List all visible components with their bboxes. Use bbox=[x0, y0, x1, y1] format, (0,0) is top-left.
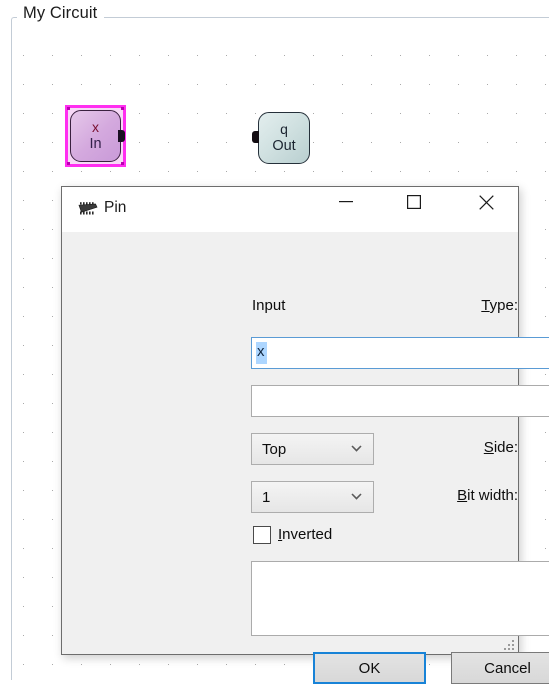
input-pin-kind: In bbox=[89, 135, 102, 152]
inverted-checkbox[interactable] bbox=[253, 526, 271, 544]
minimize-icon bbox=[339, 201, 353, 203]
input-pin-name: x bbox=[92, 119, 99, 136]
resize-grip[interactable] bbox=[502, 638, 515, 651]
description-input[interactable] bbox=[251, 561, 549, 636]
side-dropdown[interactable]: Top bbox=[251, 433, 374, 465]
output-pin-connector[interactable] bbox=[252, 131, 259, 143]
inverted-label[interactable]: Inverted bbox=[278, 526, 332, 543]
selection-handle bbox=[67, 107, 70, 110]
input-pin-component[interactable]: x In bbox=[70, 110, 121, 162]
pin-properties-form: Type: Input Name: x Notation: Side: Top bbox=[62, 232, 549, 684]
output-pin-name: q bbox=[280, 121, 288, 138]
dialog-title: Pin bbox=[104, 199, 127, 216]
chevron-down-icon bbox=[351, 493, 362, 500]
circuit-group-title: My Circuit bbox=[17, 4, 105, 23]
minimize-button[interactable] bbox=[323, 187, 369, 217]
dialog-titlebar[interactable]: Pin bbox=[62, 187, 518, 232]
type-value: Input bbox=[252, 297, 286, 314]
type-label: Type: bbox=[481, 297, 518, 314]
output-pin-kind: Out bbox=[272, 137, 296, 154]
ok-button[interactable]: OK bbox=[313, 652, 426, 684]
selection-handle bbox=[121, 107, 124, 110]
maximize-icon bbox=[407, 195, 421, 209]
side-value: Top bbox=[262, 440, 287, 458]
selection-handle bbox=[121, 162, 124, 165]
bit-width-value: 1 bbox=[262, 488, 271, 506]
cancel-button[interactable]: Cancel bbox=[451, 652, 549, 684]
name-input[interactable] bbox=[251, 337, 549, 369]
output-pin-component[interactable]: q Out bbox=[258, 112, 310, 164]
input-pin-connector[interactable] bbox=[118, 130, 125, 142]
ok-button-label: OK bbox=[358, 659, 381, 677]
selection-handle bbox=[67, 162, 70, 165]
cancel-button-label: Cancel bbox=[484, 659, 531, 677]
maximize-button[interactable] bbox=[391, 187, 437, 217]
close-button[interactable] bbox=[463, 187, 509, 217]
notation-input[interactable] bbox=[251, 385, 549, 417]
pin-properties-dialog: Pin Type: Input Name: bbox=[61, 186, 549, 684]
bit-width-dropdown[interactable]: 1 bbox=[251, 481, 374, 513]
close-icon bbox=[478, 194, 494, 210]
chevron-down-icon bbox=[351, 445, 362, 452]
chip-icon bbox=[78, 202, 98, 215]
